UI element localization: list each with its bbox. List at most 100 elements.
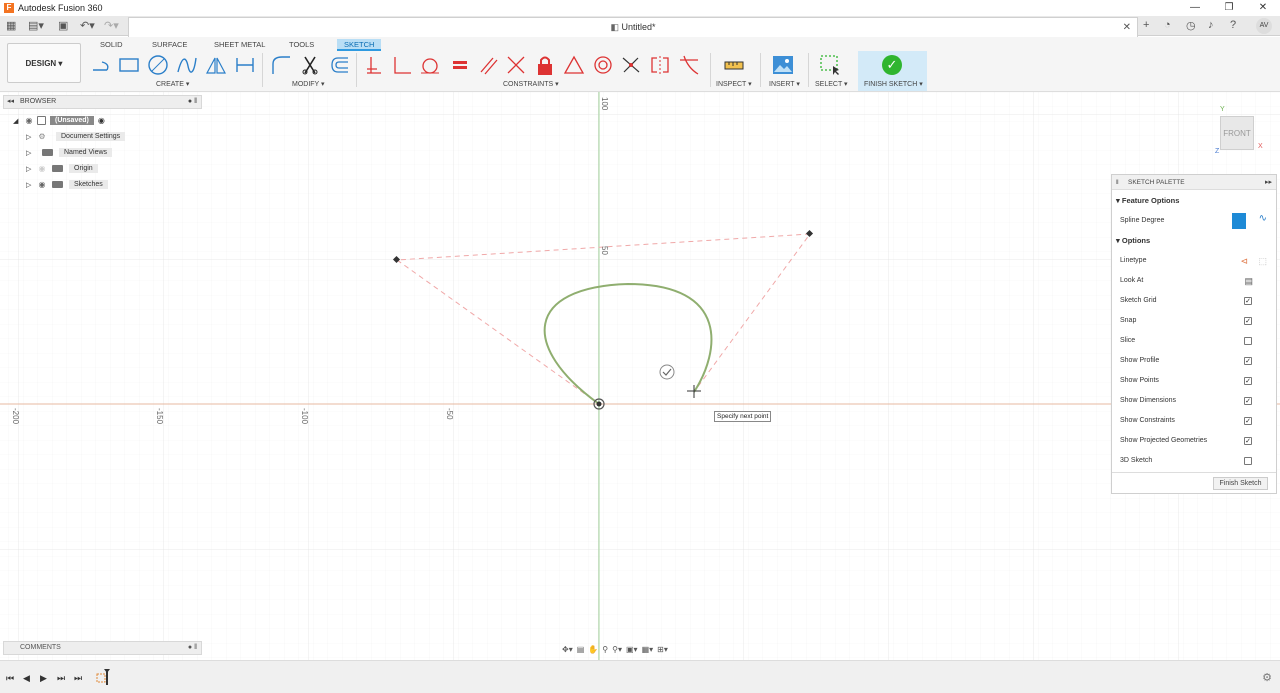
inspect-group-label[interactable]: INSPECT ▾ <box>716 80 752 88</box>
select-window-icon[interactable] <box>819 54 841 76</box>
comments-add-icon[interactable]: ● ‖ <box>188 642 197 654</box>
show-profile-checkbox[interactable]: ✓ <box>1244 357 1252 365</box>
create-group-label[interactable]: CREATE ▾ <box>156 80 189 88</box>
go-to-start-icon[interactable]: ⏮ <box>6 673 14 684</box>
minimize-button[interactable]: — <box>1178 0 1212 16</box>
curvature-constraint-icon[interactable] <box>678 54 700 76</box>
palette-grip-icon[interactable]: ‖ <box>1116 175 1119 190</box>
tab-sketch[interactable]: SKETCH <box>337 39 382 51</box>
feature-options-section[interactable]: ▾ Feature Options <box>1116 196 1179 205</box>
construction-linetype-icon[interactable]: ⊲ <box>1240 255 1248 267</box>
data-panel-icon[interactable]: ◔ <box>1164 19 1171 31</box>
palette-collapse-icon[interactable]: ▸▸ <box>1265 175 1272 190</box>
expand-arrow-icon[interactable]: ▷ <box>26 133 36 141</box>
avatar[interactable]: AV <box>1256 18 1272 34</box>
document-tab[interactable]: ◧ Untitled* ✕ <box>128 17 1138 37</box>
tree-item-origin[interactable]: ▷ ◉ Origin <box>26 162 98 175</box>
options-section[interactable]: ▾ Options <box>1116 236 1150 245</box>
insert-image-icon[interactable] <box>772 54 794 76</box>
activate-radio-icon[interactable]: ◉ <box>98 116 105 125</box>
concentric-constraint-icon[interactable] <box>592 54 614 76</box>
tab-sheet-metal[interactable]: SHEET METAL <box>207 39 272 51</box>
slice-checkbox[interactable] <box>1244 337 1252 345</box>
close-window-button[interactable]: ✕ <box>1246 0 1280 16</box>
coincident-constraint-icon[interactable] <box>391 54 413 76</box>
sketch-grid[interactable] <box>0 92 1280 660</box>
insert-group-label[interactable]: INSERT ▾ <box>769 80 800 88</box>
timeline-sketch-feature-icon[interactable] <box>96 669 110 685</box>
notifications-icon[interactable]: ♪ <box>1208 19 1214 31</box>
collapse-icon[interactable]: ◂◂ <box>7 96 14 108</box>
visibility-eye-icon[interactable]: ◉ <box>23 116 35 125</box>
show-constraints-checkbox[interactable]: ✓ <box>1244 417 1252 425</box>
modify-group-label[interactable]: MODIFY ▾ <box>292 80 325 88</box>
spline-tool-icon[interactable] <box>176 54 198 76</box>
snap-checkbox[interactable]: ✓ <box>1244 317 1252 325</box>
visibility-eye-icon[interactable]: ◉ <box>36 180 48 189</box>
sketch-palette-header[interactable]: ‖ SKETCH PALETTE ▸▸ <box>1112 175 1276 190</box>
maximize-button[interactable]: ❐ <box>1212 0 1246 16</box>
viewports-icon[interactable]: ⊞▾ <box>657 645 668 654</box>
step-forward-icon[interactable]: ⏭ <box>57 673 65 684</box>
tangent-constraint-icon[interactable] <box>419 54 441 76</box>
tab-solid[interactable]: SOLID <box>93 39 130 51</box>
new-tab-icon[interactable]: + <box>1143 19 1149 31</box>
show-dimensions-checkbox[interactable]: ✓ <box>1244 397 1252 405</box>
zoom-window-icon[interactable]: ⚲▾ <box>612 645 622 654</box>
equal-constraint-icon[interactable] <box>449 54 471 76</box>
rectangle-tool-icon[interactable] <box>118 54 140 76</box>
horizontal-vertical-constraint-icon[interactable] <box>363 54 385 76</box>
comments-panel-header[interactable]: COMMENTS ● ‖ <box>3 641 202 655</box>
look-at-nav-icon[interactable]: ▤ <box>577 645 585 654</box>
hidden-eye-icon[interactable]: ◉ <box>36 164 48 173</box>
line-tool-icon[interactable] <box>90 54 112 76</box>
expand-arrow-icon[interactable]: ▷ <box>26 181 36 189</box>
constraints-group-label[interactable]: CONSTRAINTS ▾ <box>503 80 559 88</box>
timeline-settings-gear-icon[interactable]: ⚙ <box>1262 671 1272 684</box>
collinear-constraint-icon[interactable] <box>620 54 642 76</box>
go-to-end-icon[interactable]: ⏭ <box>74 673 82 684</box>
fillet-tool-icon[interactable] <box>270 54 292 76</box>
collapse-arrow-icon[interactable]: ◢ <box>13 117 23 125</box>
trim-tool-icon[interactable] <box>299 54 321 76</box>
help-icon[interactable]: ? <box>1230 19 1236 31</box>
zoom-icon[interactable]: ⚲ <box>602 645 608 654</box>
step-back-icon[interactable]: ◀ <box>23 673 30 684</box>
centerline-linetype-icon[interactable]: ⬚ <box>1258 255 1267 267</box>
sketch-canvas[interactable]: -200 -150 -100 -50 100 50 <box>0 92 1280 660</box>
midpoint-constraint-icon[interactable] <box>563 54 585 76</box>
spline-degree-3-button[interactable] <box>1232 213 1246 229</box>
perpendicular-constraint-icon[interactable] <box>505 54 527 76</box>
pan-icon[interactable]: ✋ <box>588 645 598 654</box>
close-tab-icon[interactable]: ✕ <box>1123 18 1131 37</box>
app-grid-icon[interactable]: ▦ <box>6 19 16 32</box>
circle-tool-icon[interactable] <box>147 54 169 76</box>
spline-degree-5-icon[interactable]: ∿ <box>1259 213 1267 225</box>
grid-settings-icon[interactable]: ▦▾ <box>642 645 654 654</box>
fix-constraint-icon[interactable] <box>534 54 556 76</box>
look-at-icon[interactable]: ▤ <box>1244 275 1253 287</box>
3d-sketch-checkbox[interactable] <box>1244 457 1252 465</box>
orbit-icon[interactable]: ✥▾ <box>562 645 573 654</box>
redo-icon[interactable]: ↷▾ <box>104 19 119 32</box>
symmetry-constraint-icon[interactable] <box>649 54 671 76</box>
parallel-constraint-icon[interactable] <box>477 54 499 76</box>
show-projected-geometries-checkbox[interactable]: ✓ <box>1244 437 1252 445</box>
tree-item-document-settings[interactable]: ▷ ⚙ Document Settings <box>26 130 126 143</box>
finish-sketch-ribbon-button[interactable]: ✓ FINISH SKETCH ▾ <box>858 51 927 91</box>
tree-item-root[interactable]: ◢ ◉ (Unsaved) ◉ <box>13 114 105 127</box>
workspace-switcher-button[interactable]: DESIGN ▾ <box>7 43 81 83</box>
undo-icon[interactable]: ↶▾ <box>80 19 95 32</box>
mirror-tool-icon[interactable] <box>205 54 227 76</box>
viewcube[interactable]: FRONT <box>1220 116 1254 150</box>
save-icon[interactable]: ▣ <box>58 19 68 32</box>
offset-tool-icon[interactable] <box>328 54 350 76</box>
tab-tools[interactable]: TOOLS <box>282 39 321 51</box>
job-status-icon[interactable]: ◷ <box>1186 19 1196 32</box>
tree-item-named-views[interactable]: ▷ Named Views <box>26 146 113 159</box>
expand-arrow-icon[interactable]: ▷ <box>26 165 36 173</box>
show-points-checkbox[interactable]: ✓ <box>1244 377 1252 385</box>
finish-sketch-button[interactable]: Finish Sketch <box>1213 477 1268 490</box>
tree-item-sketches[interactable]: ▷ ◉ Sketches <box>26 178 108 191</box>
tab-surface[interactable]: SURFACE <box>145 39 194 51</box>
